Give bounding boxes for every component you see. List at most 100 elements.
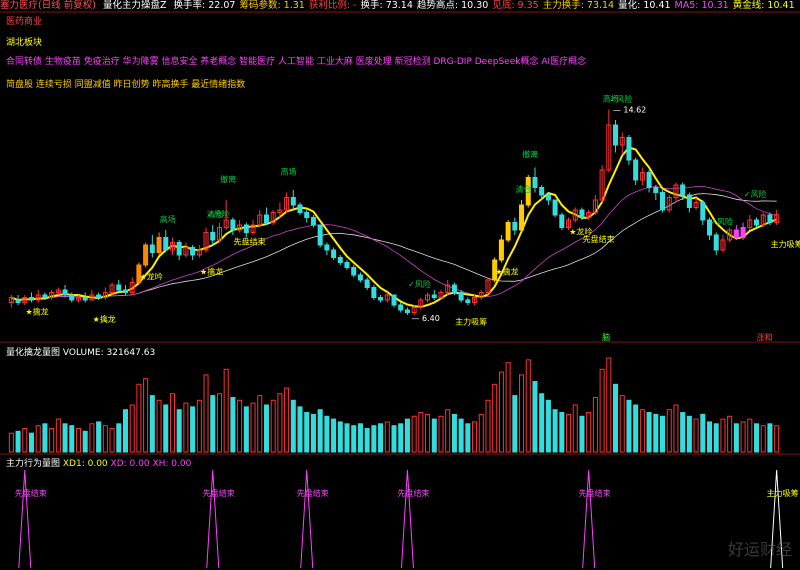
footer-tag-left: 脑 [602,332,610,342]
candle-body-95 [646,172,652,188]
candle-body-108 [733,229,739,238]
volume-bar-94 [639,409,645,453]
volume-bar-97 [660,415,666,453]
annotation-5: 撤离 [522,149,538,159]
annotation-10: ✓风险 [710,217,733,227]
volume-bar-59 [404,418,410,453]
spike-0 [18,469,32,569]
spike-label-3: 先盘结束 [397,488,429,498]
volume-bar-65 [445,409,451,453]
candle-body-43 [297,204,303,213]
volume-bar-74 [505,362,511,453]
spike-2 [300,469,314,569]
volume-bar-32 [223,368,229,453]
volume-bar-55 [378,423,384,453]
volume-value: 321647.63 [106,348,156,358]
volume-bar-14 [102,425,108,453]
candle-body-46 [317,224,323,246]
volume-bar-56 [384,421,390,453]
volume-bar-3 [28,432,35,453]
candle-body-25 [176,242,182,256]
candle-body-44 [304,212,310,218]
volume-bar-64 [438,415,444,453]
volume-bar-51 [351,425,357,453]
candle-body-111 [753,219,760,226]
candle-body-66 [451,284,457,293]
volume-bar-113 [767,423,773,453]
volume-bar-102 [693,418,699,453]
candle-body-48 [331,249,337,258]
volume-bar-93 [633,404,639,453]
volume-bar-20 [143,378,149,453]
volume-bar-33 [230,396,236,453]
volume-bar-35 [243,406,249,453]
candle-body-9 [69,294,75,301]
candle-body-5 [42,294,48,298]
volume-bar-60 [411,415,417,453]
volume-bar-77 [525,359,531,453]
candle-body-92 [626,137,632,161]
annotation-8: ✓风险 [207,209,230,219]
candle-body-82 [559,214,565,228]
golden-line [11,146,777,309]
volume-bar-8 [62,423,68,453]
volume-bar-0 [8,432,14,453]
annotation-7: ✓风险 [610,94,633,104]
spike-label-0: 先盘结束 [15,488,47,498]
volume-bar-6 [49,428,55,453]
volume-bar-104 [706,421,713,453]
volume-bar-50 [344,423,350,453]
volume-bar-49 [337,421,343,453]
volume-bar-71 [485,399,491,453]
candle-body-20 [143,244,149,266]
volume-bar-80 [545,399,551,453]
candle-body-85 [579,209,585,218]
volume-bar-26 [183,402,189,453]
volume-bar-7 [55,418,61,453]
candle-body-54 [371,287,377,298]
candle-body-73 [498,239,504,261]
candle-body-113 [767,214,773,223]
volume-bar-18 [129,404,135,453]
volume-bar-15 [109,428,115,453]
volume-bar-73 [498,371,504,453]
volume-bar-28 [196,399,202,453]
volume-bar-54 [371,425,377,453]
annotation-13: ★擒龙 [93,314,116,324]
volume-bar-41 [284,387,290,453]
volume-bar-105 [713,423,719,453]
annotation-11: ✓风险 [744,189,767,199]
spike-label-2: 先盘结束 [297,488,329,498]
candle-body-17 [122,289,128,293]
chart-svg[interactable]: — 14.62— 6.40高场高场清仓撤离清仓撤离高场✓风险✓风险✓风险✓风险✓… [0,0,800,570]
candle-body-96 [653,187,659,193]
volume-bar-112 [760,425,766,453]
volume-bar-27 [190,406,196,453]
candle-body-59 [404,309,410,313]
volume-bar-70 [478,413,484,453]
volume-bar-78 [532,381,538,453]
volume-bar-34 [237,399,243,453]
volume-title-text: 量化擒龙量图 [6,348,61,358]
high-price-marker: — 14.62 [613,106,646,115]
volume-bar-44 [304,412,310,453]
annotation-14: ★龙吟 [140,272,163,282]
volume-bar-87 [592,396,598,453]
spike-label-4: 先盘结束 [579,488,611,498]
volume-bar-11 [82,430,88,453]
volume-bar-101 [686,415,692,453]
volume-bar-84 [572,404,578,453]
annotation-9: ✓风险 [408,279,431,289]
candle-body-47 [324,244,330,251]
volume-bar-31 [216,393,222,453]
volume-bar-85 [579,415,585,453]
volume-bar-100 [680,412,686,453]
candle-body-50 [344,262,350,268]
volume-bar-68 [465,423,471,453]
candle-body-80 [545,194,551,201]
candle-body-42 [290,197,296,206]
annotation-0: 高场 [160,214,176,224]
lower-title-text: 主力行为量图 [6,459,61,469]
candle-body-58 [398,304,404,311]
volume-bar-52 [357,423,363,453]
